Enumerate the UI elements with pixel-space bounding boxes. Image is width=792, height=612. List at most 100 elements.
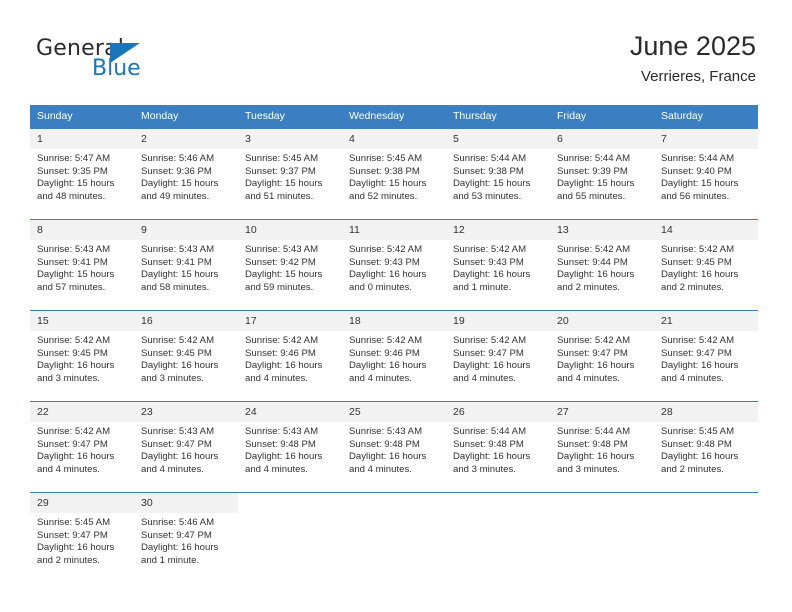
day-details: Sunrise: 5:42 AM Sunset: 9:46 PM Daylight:…	[342, 331, 446, 385]
day-details: Sunrise: 5:42 AM Sunset: 9:45 PM Daylight:…	[30, 331, 134, 385]
day-details: Sunrise: 5:44 AM Sunset: 9:40 PM Daylight:…	[654, 149, 758, 203]
calendar-day-cell[interactable]: 30 Sunrise: 5:46 AM Sunset: 9:47 PM Dayligh…	[134, 492, 238, 583]
calendar-day-cell[interactable]: 1 Sunrise: 5:47 AM Sunset: 9:35 PM Daylight…	[30, 128, 134, 220]
calendar-day-cell[interactable]: 27 Sunrise: 5:44 AM Sunset: 9:48 PM Dayligh…	[550, 401, 654, 493]
day-details: Sunrise: 5:42 AM Sunset: 9:43 PM Daylight:…	[342, 240, 446, 294]
daylight-text: Daylight: 15 hours and 48 minutes.	[37, 178, 115, 202]
daylight-text: Daylight: 16 hours and 0 minutes.	[349, 269, 427, 293]
calendar-day-cell[interactable]: 5 Sunrise: 5:44 AM Sunset: 9:38 PM Daylight…	[446, 128, 550, 220]
sunset-text: Sunset: 9:47 PM	[141, 438, 212, 450]
sunrise-text: Sunrise: 5:42 AM	[37, 426, 111, 437]
calendar-day-cell[interactable]: 17 Sunrise: 5:42 AM Sunset: 9:46 PM Dayligh…	[238, 310, 342, 402]
sunset-text: Sunset: 9:45 PM	[141, 347, 212, 359]
daylight-text: Daylight: 16 hours and 4 minutes.	[245, 451, 323, 475]
sunset-text: Sunset: 9:39 PM	[557, 165, 628, 177]
sunset-text: Sunset: 9:48 PM	[557, 438, 628, 450]
weekday-header-monday: Monday	[134, 105, 238, 129]
sunset-text: Sunset: 9:46 PM	[349, 347, 420, 359]
sunrise-text: Sunrise: 5:44 AM	[453, 426, 527, 437]
sunset-text: Sunset: 9:45 PM	[661, 256, 732, 268]
calendar-day-cell[interactable]: 22 Sunrise: 5:42 AM Sunset: 9:47 PM Dayligh…	[30, 401, 134, 493]
day-details: Sunrise: 5:45 AM Sunset: 9:38 PM Daylight:…	[342, 149, 446, 203]
calendar-day-cell[interactable]: 24 Sunrise: 5:43 AM Sunset: 9:48 PM Dayligh…	[238, 401, 342, 493]
sunset-text: Sunset: 9:47 PM	[37, 438, 108, 450]
sunrise-text: Sunrise: 5:43 AM	[141, 426, 215, 437]
sunrise-text: Sunrise: 5:42 AM	[349, 244, 423, 255]
calendar-day-cell[interactable]: 9 Sunrise: 5:43 AM Sunset: 9:41 PM Daylight…	[134, 219, 238, 311]
day-details: Sunrise: 5:45 AM Sunset: 9:48 PM Daylight:…	[654, 422, 758, 476]
day-number: 26	[446, 402, 550, 422]
sunrise-text: Sunrise: 5:42 AM	[557, 244, 631, 255]
calendar-day-cell[interactable]: 10 Sunrise: 5:43 AM Sunset: 9:42 PM Dayligh…	[238, 219, 342, 311]
sunset-text: Sunset: 9:38 PM	[349, 165, 420, 177]
calendar-day-cell[interactable]: 8 Sunrise: 5:43 AM Sunset: 9:41 PM Daylight…	[30, 219, 134, 311]
calendar-day-cell[interactable]: 15 Sunrise: 5:42 AM Sunset: 9:45 PM Dayligh…	[30, 310, 134, 402]
calendar-day-cell[interactable]: 23 Sunrise: 5:43 AM Sunset: 9:47 PM Dayligh…	[134, 401, 238, 493]
weekday-header-friday: Friday	[550, 105, 654, 129]
calendar-day-cell[interactable]: 14 Sunrise: 5:42 AM Sunset: 9:45 PM Dayligh…	[654, 219, 758, 311]
calendar-day-cell[interactable]: 13 Sunrise: 5:42 AM Sunset: 9:44 PM Dayligh…	[550, 219, 654, 311]
calendar-day-cell[interactable]: 19 Sunrise: 5:42 AM Sunset: 9:47 PM Dayligh…	[446, 310, 550, 402]
calendar-day-cell[interactable]: 28 Sunrise: 5:45 AM Sunset: 9:48 PM Dayligh…	[654, 401, 758, 493]
day-details: Sunrise: 5:44 AM Sunset: 9:38 PM Daylight:…	[446, 149, 550, 203]
calendar-day-cell[interactable]: 4 Sunrise: 5:45 AM Sunset: 9:38 PM Daylight…	[342, 128, 446, 220]
calendar-day-cell-empty	[446, 492, 550, 583]
calendar-day-cell[interactable]: 2 Sunrise: 5:46 AM Sunset: 9:36 PM Daylight…	[134, 128, 238, 220]
day-number: 20	[550, 311, 654, 331]
daylight-text: Daylight: 15 hours and 51 minutes.	[245, 178, 323, 202]
calendar-day-cell[interactable]: 26 Sunrise: 5:44 AM Sunset: 9:48 PM Dayligh…	[446, 401, 550, 493]
calendar-day-cell[interactable]: 29 Sunrise: 5:45 AM Sunset: 9:47 PM Dayligh…	[30, 492, 134, 583]
calendar-week-row: 15 Sunrise: 5:42 AM Sunset: 9:45 PM Dayligh…	[30, 310, 758, 402]
sunset-text: Sunset: 9:47 PM	[141, 529, 212, 541]
day-number: 22	[30, 402, 134, 422]
sunset-text: Sunset: 9:36 PM	[141, 165, 212, 177]
day-details: Sunrise: 5:42 AM Sunset: 9:47 PM Daylight:…	[30, 422, 134, 476]
calendar-day-cell[interactable]: 20 Sunrise: 5:42 AM Sunset: 9:47 PM Dayligh…	[550, 310, 654, 402]
daylight-text: Daylight: 16 hours and 4 minutes.	[453, 360, 531, 384]
sunrise-text: Sunrise: 5:42 AM	[557, 335, 631, 346]
sunset-text: Sunset: 9:41 PM	[37, 256, 108, 268]
calendar-week-row: 29 Sunrise: 5:45 AM Sunset: 9:47 PM Dayligh…	[30, 492, 758, 583]
calendar-day-cell[interactable]: 6 Sunrise: 5:44 AM Sunset: 9:39 PM Daylight…	[550, 128, 654, 220]
sunset-text: Sunset: 9:44 PM	[557, 256, 628, 268]
day-details: Sunrise: 5:42 AM Sunset: 9:44 PM Daylight:…	[550, 240, 654, 294]
calendar-day-cell[interactable]: 7 Sunrise: 5:44 AM Sunset: 9:40 PM Daylight…	[654, 128, 758, 220]
sunset-text: Sunset: 9:46 PM	[245, 347, 316, 359]
sunset-text: Sunset: 9:45 PM	[37, 347, 108, 359]
calendar-day-cell[interactable]: 25 Sunrise: 5:43 AM Sunset: 9:48 PM Dayligh…	[342, 401, 446, 493]
sunrise-text: Sunrise: 5:42 AM	[245, 335, 319, 346]
sunrise-text: Sunrise: 5:43 AM	[349, 426, 423, 437]
calendar-header-row: Sunday Monday Tuesday Wednesday Thursday Frid…	[30, 105, 758, 129]
calendar-day-cell[interactable]: 11 Sunrise: 5:42 AM Sunset: 9:43 PM Dayligh…	[342, 219, 446, 311]
calendar-day-cell[interactable]: 16 Sunrise: 5:42 AM Sunset: 9:45 PM Dayligh…	[134, 310, 238, 402]
page-header: General Blue June 2025 Verrieres, France	[0, 0, 792, 100]
daylight-text: Daylight: 16 hours and 3 minutes.	[37, 360, 115, 384]
day-number: 30	[134, 493, 238, 513]
day-number: 2	[134, 129, 238, 149]
day-details: Sunrise: 5:43 AM Sunset: 9:41 PM Daylight:…	[30, 240, 134, 294]
day-details: Sunrise: 5:42 AM Sunset: 9:45 PM Daylight:…	[654, 240, 758, 294]
day-number: 7	[654, 129, 758, 149]
calendar-week-row: 22 Sunrise: 5:42 AM Sunset: 9:47 PM Dayligh…	[30, 401, 758, 493]
day-details: Sunrise: 5:42 AM Sunset: 9:45 PM Daylight:…	[134, 331, 238, 385]
day-number: 6	[550, 129, 654, 149]
sunset-text: Sunset: 9:41 PM	[141, 256, 212, 268]
day-details: Sunrise: 5:45 AM Sunset: 9:47 PM Daylight:…	[30, 513, 134, 567]
day-number: 18	[342, 311, 446, 331]
sunset-text: Sunset: 9:47 PM	[557, 347, 628, 359]
calendar-day-cell[interactable]: 18 Sunrise: 5:42 AM Sunset: 9:46 PM Dayligh…	[342, 310, 446, 402]
calendar-day-cell-empty	[238, 492, 342, 583]
sunrise-text: Sunrise: 5:44 AM	[557, 426, 631, 437]
calendar-day-cell[interactable]: 3 Sunrise: 5:45 AM Sunset: 9:37 PM Daylight…	[238, 128, 342, 220]
daylight-text: Daylight: 15 hours and 49 minutes.	[141, 178, 219, 202]
sunset-text: Sunset: 9:42 PM	[245, 256, 316, 268]
sunset-text: Sunset: 9:40 PM	[661, 165, 732, 177]
calendar-day-cell[interactable]: 12 Sunrise: 5:42 AM Sunset: 9:43 PM Dayligh…	[446, 219, 550, 311]
sunrise-text: Sunrise: 5:42 AM	[453, 244, 527, 255]
day-number	[446, 493, 550, 513]
calendar-day-cell-empty	[654, 492, 758, 583]
calendar-day-cell[interactable]: 21 Sunrise: 5:42 AM Sunset: 9:47 PM Dayligh…	[654, 310, 758, 402]
daylight-text: Daylight: 15 hours and 59 minutes.	[245, 269, 323, 293]
calendar-day-cell-empty	[550, 492, 654, 583]
day-number: 8	[30, 220, 134, 240]
